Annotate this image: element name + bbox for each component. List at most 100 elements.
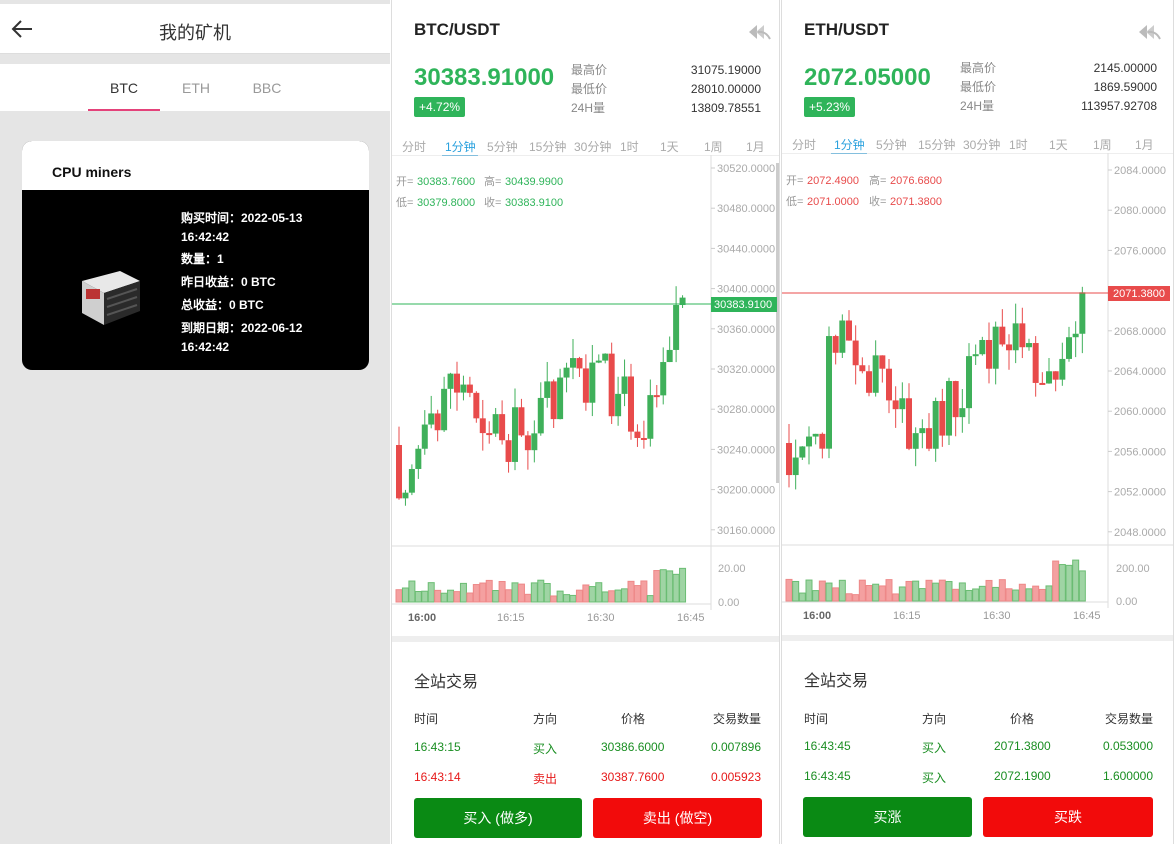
price-tick-label: 30280.0000: [717, 404, 775, 416]
tab-bbc[interactable]: BBC: [231, 80, 303, 96]
stat-low-label: 最低价: [571, 82, 608, 96]
volume-bar: [395, 589, 403, 603]
share-icon[interactable]: [746, 22, 772, 42]
interval-1d[interactable]: 1天: [1049, 136, 1068, 153]
volume-bar: [858, 579, 866, 602]
col-price: 价格: [1010, 712, 1035, 726]
interval-1h[interactable]: 1时: [620, 138, 639, 155]
kline-chart[interactable]: 开= 2072.4900 高= 2076.6800 低= 2071.0000 收…: [782, 153, 1174, 628]
interval-1d[interactable]: 1天: [660, 138, 679, 155]
purchase-time-label: 购买时间：2022-05-13: [181, 211, 303, 225]
ohlc-high: 2076.6800: [890, 175, 942, 187]
tab-eth[interactable]: ETH: [160, 80, 232, 96]
candle-body: [582, 368, 589, 403]
sell-short-button[interactable]: 卖出 (做空): [593, 798, 762, 838]
interval-1mo[interactable]: 1月: [746, 138, 765, 155]
candle-body: [1059, 358, 1066, 380]
trades-title: 全站交易: [804, 673, 869, 690]
volume-bar: [1018, 583, 1026, 602]
candle-body: [852, 340, 859, 366]
volume-bar: [672, 573, 680, 603]
candle-body: [1032, 343, 1039, 383]
candle-body: [492, 414, 499, 434]
col-time: 时间: [414, 712, 439, 726]
candle-body: [595, 360, 602, 363]
price-tick-label: 2080.0000: [1114, 205, 1166, 217]
purchase-time-value: 16:42:42: [181, 230, 230, 244]
candle-body: [615, 393, 622, 417]
interval-timeshare[interactable]: 分时: [792, 136, 816, 153]
interval-1w[interactable]: 1周: [704, 138, 723, 155]
volume-bar: [440, 592, 448, 603]
candle-body: [872, 355, 879, 393]
volume-bar: [485, 579, 493, 603]
interval-1m[interactable]: 1分钟: [445, 138, 476, 155]
price-tick-label: 30320.0000: [717, 364, 775, 376]
volume-bar: [945, 581, 953, 602]
interval-timeshare[interactable]: 分时: [402, 138, 426, 155]
interval-1w[interactable]: 1周: [1093, 136, 1112, 153]
share-icon[interactable]: [1136, 22, 1162, 42]
interval-15m[interactable]: 15分钟: [918, 136, 955, 153]
volume-bar: [537, 579, 545, 603]
candle-body: [832, 336, 839, 353]
volume-bar: [958, 582, 966, 602]
section-divider: [392, 636, 779, 642]
volume-bars: [395, 567, 687, 603]
volume-tick-top: 20.00: [718, 563, 746, 575]
candle-body: [505, 440, 512, 462]
kline-chart[interactable]: 开= 30383.7600 高= 30439.9900 低= 30379.800…: [392, 155, 780, 630]
interval-1mo[interactable]: 1月: [1135, 136, 1154, 153]
interval-5m[interactable]: 5分钟: [876, 136, 907, 153]
volume-bar: [1012, 589, 1020, 602]
candle-body: [660, 362, 667, 396]
interval-15m[interactable]: 15分钟: [529, 138, 566, 155]
volume-bar: [865, 585, 873, 602]
volume-bar: [679, 567, 687, 603]
chart-scrollbar[interactable]: [776, 163, 780, 483]
volume-bar: [1058, 564, 1066, 602]
candle-body: [966, 356, 972, 409]
buy-long-button[interactable]: 买入 (做多): [414, 798, 582, 838]
volume-bar: [872, 583, 880, 602]
price-tick-label: 2064.0000: [1114, 366, 1166, 378]
section-divider: [782, 635, 1173, 641]
candle-body: [531, 433, 538, 451]
volume-bar: [582, 584, 590, 603]
interval-1h[interactable]: 1时: [1009, 136, 1028, 153]
miner-card-header: CPU miners: [22, 141, 369, 190]
candle-body: [792, 457, 799, 476]
volume-bar: [798, 592, 806, 602]
volume-bars: [785, 559, 1086, 602]
price-axis: 2084.00002080.00002076.00002072.00002068…: [1108, 165, 1166, 539]
volume-tick-bottom: 0.00: [718, 597, 739, 609]
volume-bar: [1052, 560, 1060, 602]
buy-down-button[interactable]: 买跌: [983, 797, 1153, 837]
candle-body: [473, 392, 480, 419]
volume-bar: [918, 588, 926, 602]
stat-volume-label: 24H量: [571, 101, 606, 115]
candle-body: [892, 400, 899, 410]
candle-body: [408, 468, 415, 493]
interval-5m[interactable]: 5分钟: [487, 138, 518, 155]
ohlc-high: 30439.9900: [505, 176, 563, 188]
volume-bar: [885, 579, 893, 602]
volume-bar: [459, 582, 467, 603]
interval-30m[interactable]: 30分钟: [574, 138, 611, 155]
buy-up-button[interactable]: 买涨: [803, 797, 972, 837]
volume-bar: [646, 595, 654, 603]
interval-30m[interactable]: 30分钟: [963, 136, 1000, 153]
candle-body: [992, 326, 999, 369]
volume-bar: [812, 590, 820, 602]
interval-1m[interactable]: 1分钟: [834, 136, 865, 153]
tab-btc[interactable]: BTC: [88, 80, 160, 96]
price-tick-label: 2052.0000: [1114, 487, 1166, 499]
active-tab-underline: [88, 109, 160, 111]
volume-bar: [479, 582, 487, 603]
volume-bar: [792, 580, 800, 602]
trade-row-2-time: 16:43:14: [414, 770, 461, 784]
eth-market-panel: ETH/USDT 2072.05000 +5.23% 最高价 最低价 24H量 …: [781, 0, 1174, 844]
last-price-tag-text: 2071.3800: [1113, 288, 1165, 300]
trade-row-1-quantity: 0.053000: [1102, 739, 1153, 753]
miner-card[interactable]: CPU miners 购买时间：2022-05-13 16:42:42 数量：1…: [22, 141, 369, 370]
